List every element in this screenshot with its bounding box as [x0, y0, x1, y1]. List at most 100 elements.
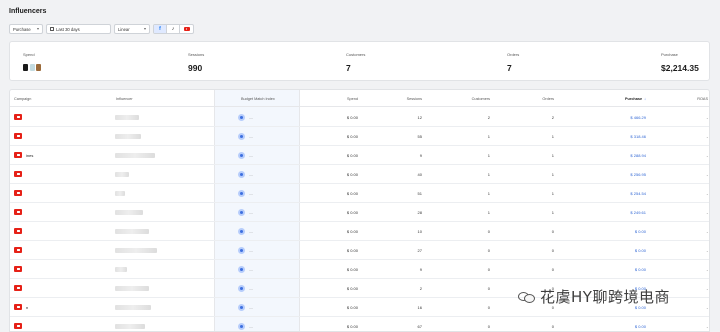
purchase-cell[interactable]: $ 466.29 [606, 115, 646, 120]
orders-cell: 0 [551, 324, 554, 329]
youtube-icon[interactable] [180, 25, 193, 33]
customers-cell: 1 [487, 134, 490, 139]
event-select-value: Purchase [13, 26, 31, 32]
roas-cell: - [706, 267, 708, 272]
chevron-down-icon [37, 28, 39, 30]
customers-cell: 0 [487, 286, 490, 291]
roas-cell: - [706, 248, 708, 253]
purchase-cell[interactable]: $ 256.95 [606, 172, 646, 177]
influencer-name-redacted[interactable] [115, 324, 145, 329]
col-spend[interactable]: Spend [328, 97, 358, 101]
sessions-cell: 9 [419, 267, 422, 272]
orders-cell: 0 [551, 229, 554, 234]
spend-cell: $ 0.00 [346, 210, 358, 215]
customers-cell: 0 [487, 305, 490, 310]
table-row[interactable]: — $ 0.00 9 0 0 $ 0.00 - [10, 260, 709, 279]
table-row[interactable]: — $ 0.00 12 2 2 $ 466.29 - [10, 108, 709, 127]
purchase-cell[interactable]: $ 0.00 [606, 229, 646, 234]
customers-label: Customers [346, 52, 366, 57]
youtube-icon [14, 285, 22, 291]
orders-value: 7 [507, 63, 512, 73]
sessions-cell: 40 [417, 172, 422, 177]
facebook-icon[interactable]: f [154, 25, 167, 33]
youtube-icon [14, 152, 22, 158]
event-select[interactable]: Purchase [9, 24, 43, 34]
budget-match-value: — [249, 305, 253, 310]
col-purchase[interactable]: Purchase ↓ [606, 97, 646, 101]
col-roas[interactable]: ROAS [678, 97, 708, 101]
orders-cell: 0 [551, 267, 554, 272]
col-campaign[interactable]: Campaign [14, 97, 31, 101]
sessions-cell: 51 [417, 191, 422, 196]
youtube-icon [14, 266, 22, 272]
influencer-name-redacted[interactable] [115, 248, 157, 253]
watermark: 花虞HY聊跨境电商 [518, 286, 670, 307]
table-row[interactable]: ines — $ 0.00 9 1 1 $ 288.94 - [10, 146, 709, 165]
orders-cell: 1 [551, 210, 554, 215]
budget-match-indicator [238, 133, 245, 140]
purchase-cell[interactable]: $ 0.00 [606, 267, 646, 272]
purchase-cell[interactable]: $ 254.54 [606, 191, 646, 196]
table-row[interactable]: — $ 0.00 55 1 1 $ 318.46 - [10, 127, 709, 146]
purchase-cell[interactable]: $ 249.61 [606, 210, 646, 215]
influencer-name-redacted[interactable] [115, 210, 143, 215]
influencer-name-redacted[interactable] [115, 229, 149, 234]
customers-cell: 1 [487, 172, 490, 177]
budget-match-value: — [249, 191, 253, 196]
table-row[interactable]: — $ 0.00 40 1 1 $ 256.95 - [10, 165, 709, 184]
influencer-name-redacted[interactable] [115, 115, 139, 120]
budget-match-value: — [249, 286, 253, 291]
sessions-cell: 28 [417, 210, 422, 215]
customers-cell: 1 [487, 153, 490, 158]
youtube-icon [14, 228, 22, 234]
table-row[interactable]: — $ 0.00 28 1 1 $ 249.61 - [10, 203, 709, 222]
col-orders[interactable]: Orders [524, 97, 554, 101]
influencer-name-redacted[interactable] [115, 172, 129, 177]
platform-toggle: f ♪ [153, 24, 194, 34]
date-range-picker[interactable]: Last 30 days [46, 24, 111, 34]
influencer-name-redacted[interactable] [115, 305, 151, 310]
spend-cell: $ 0.00 [346, 305, 358, 310]
sessions-cell: 10 [417, 229, 422, 234]
col-sessions[interactable]: Sessions [392, 97, 422, 101]
col-influencer[interactable]: Influencer [116, 97, 133, 101]
budget-match-indicator [238, 228, 245, 235]
budget-match-indicator [238, 266, 245, 273]
roas-cell: - [706, 229, 708, 234]
attribution-model-select[interactable]: Linear [114, 24, 150, 34]
youtube-icon [14, 171, 22, 177]
purchase-cell[interactable]: $ 318.46 [606, 134, 646, 139]
tiktok-icon[interactable]: ♪ [167, 25, 180, 33]
influencer-name-redacted[interactable] [115, 153, 155, 158]
sessions-value: 990 [188, 63, 203, 73]
budget-match-value: — [249, 210, 253, 215]
table-row[interactable]: — $ 0.00 51 1 1 $ 254.54 - [10, 184, 709, 203]
customers-cell: 0 [487, 267, 490, 272]
spend-cell: $ 0.00 [346, 229, 358, 234]
attribution-model-value: Linear [118, 26, 130, 32]
purchase-cell[interactable]: $ 288.94 [606, 153, 646, 158]
table-row[interactable]: — $ 0.00 67 0 0 $ 0.00 - [10, 317, 709, 331]
youtube-icon [14, 133, 22, 139]
customers-cell: 2 [487, 115, 490, 120]
influencer-name-redacted[interactable] [115, 134, 141, 139]
orders-cell: 1 [551, 134, 554, 139]
roas-cell: - [706, 134, 708, 139]
spend-cell: $ 0.00 [346, 134, 358, 139]
campaign-name[interactable]: n [26, 305, 28, 310]
spend-thumbnail [29, 64, 35, 71]
roas-cell: - [706, 324, 708, 329]
col-customers[interactable]: Customers [460, 97, 490, 101]
budget-match-value: — [249, 115, 253, 120]
influencer-name-redacted[interactable] [115, 191, 125, 196]
influencer-name-redacted[interactable] [115, 267, 127, 272]
purchase-cell[interactable]: $ 0.00 [606, 248, 646, 253]
influencer-name-redacted[interactable] [115, 286, 149, 291]
table-row[interactable]: — $ 0.00 27 0 0 $ 0.00 - [10, 241, 709, 260]
roas-cell: - [706, 153, 708, 158]
orders-cell: 0 [551, 248, 554, 253]
table-row[interactable]: — $ 0.00 10 0 0 $ 0.00 - [10, 222, 709, 241]
campaign-name[interactable]: ines [26, 153, 33, 158]
purchase-cell[interactable]: $ 0.00 [606, 324, 646, 329]
col-budget-match[interactable]: Budget Match Index [241, 97, 275, 101]
